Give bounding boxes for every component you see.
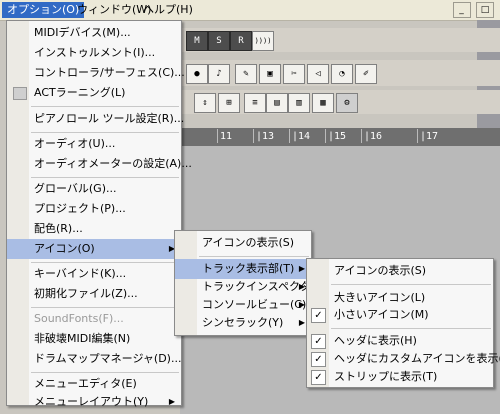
- menu-separator: [31, 177, 179, 178]
- menu-item-show-in-strip[interactable]: ✓ ストリップに表示(T): [307, 367, 493, 387]
- ruler-tick: |13: [252, 129, 275, 143]
- check-icon: ✓: [311, 308, 326, 323]
- menu-item-label: ACTラーニング(L): [34, 86, 126, 99]
- menu-item-colors[interactable]: 配色(R)...: [7, 219, 181, 239]
- menu-item-label: 小さいアイコン(M): [334, 308, 429, 321]
- edit-tool-icon[interactable]: ✐: [355, 64, 377, 84]
- scissors-tool-icon[interactable]: ✂: [283, 64, 305, 84]
- menu-item-label: ストリップに表示(T): [334, 370, 438, 383]
- submenu-arrow-icon: ▶: [298, 264, 305, 273]
- menu-separator: [31, 132, 179, 133]
- menu-separator: [199, 256, 309, 257]
- restore-button[interactable]: □: [476, 2, 494, 18]
- ruler-tick: |14: [288, 129, 311, 143]
- menu-item-show-icons[interactable]: アイコンの表示(S): [175, 233, 311, 253]
- transport-toolbar: M S R )))): [180, 28, 500, 52]
- menu-separator: [31, 262, 179, 263]
- menu-item-keybindings[interactable]: キーバインド(K)...: [7, 264, 181, 284]
- submenu-arrow-icon: ▶: [168, 397, 175, 406]
- menu-item-menu-layout[interactable]: メニューレイアウト(Y) ▶: [7, 392, 181, 412]
- menu-item-drum-map-manager[interactable]: ドラムマップマネージャ(D)...: [7, 349, 181, 369]
- ruler-tick: |15: [324, 129, 347, 143]
- bus-view-icon[interactable]: ▥: [288, 93, 310, 113]
- menu-item-show-in-header[interactable]: ✓ ヘッダに表示(H): [307, 331, 493, 351]
- grid-view-icon[interactable]: ⊞: [218, 93, 240, 113]
- input-echo-button[interactable]: )))): [252, 31, 274, 51]
- menu-item-small-icons[interactable]: ✓ 小さいアイコン(M): [307, 305, 493, 325]
- window-controls: _ □: [451, 2, 494, 18]
- check-icon: ✓: [311, 352, 326, 367]
- minimize-button[interactable]: _: [452, 2, 471, 18]
- record-arm-button[interactable]: R: [230, 31, 252, 51]
- menu-item-soundfonts: SoundFonts(F)...: [34, 312, 124, 325]
- menu-item-project[interactable]: プロジェクト(P)...: [7, 199, 181, 219]
- submenu-arrow-icon: ▶: [298, 282, 305, 291]
- menu-item-show-icons[interactable]: アイコンの表示(S): [307, 261, 493, 281]
- menu-item-nondestructive-midi[interactable]: 非破壊MIDI編集(N): [7, 329, 181, 349]
- act-learn-icon: [13, 87, 27, 100]
- draw-tool-icon[interactable]: ✎: [235, 64, 257, 84]
- menu-item-label: ヘッダに表示(H): [334, 334, 417, 347]
- check-icon: ✓: [311, 370, 326, 385]
- menu-item-synth-rack[interactable]: シンセラック(Y) ▶: [175, 313, 311, 333]
- menu-item-label: アイコン(O): [34, 242, 95, 255]
- ruler-tick: |16: [360, 129, 383, 143]
- mute-button[interactable]: M: [186, 31, 208, 51]
- menu-item-act-learning[interactable]: ACTラーニング(L): [7, 83, 181, 103]
- menu-item-label: ヘッダにカスタムアイコンを表示(C): [334, 352, 500, 365]
- list-view-icon[interactable]: ≡: [244, 93, 266, 113]
- icons-submenu: アイコンの表示(S) トラック表示部(T) ▶ トラックインスペクタ(I) ▶ …: [174, 230, 322, 336]
- check-icon: ✓: [311, 334, 326, 349]
- track-view-icon[interactable]: ▤: [266, 93, 288, 113]
- menu-item-menu-editor[interactable]: メニューエディタ(E): [7, 374, 181, 394]
- menu-item-controllers[interactable]: コントローラ/サーフェス(C)...: [7, 63, 185, 83]
- ruler-tick: |17: [416, 129, 439, 143]
- menu-item-track-inspector[interactable]: トラックインスペクタ(I) ▶: [175, 277, 322, 297]
- menu-separator: [31, 106, 179, 107]
- tools-toolbar: ● ♪ ✎ ▣ ✂ ◁ ◔ ✐: [180, 60, 500, 86]
- mute-tool-icon[interactable]: ◁: [307, 64, 329, 84]
- view-toolbar: ⇕ ⊞ ≡ ▤ ▥ ▦ ⚙: [180, 90, 500, 114]
- menu-item-custom-icons-in-header[interactable]: ✓ ヘッダにカスタムアイコンを表示(C): [307, 349, 500, 369]
- panel-view-icon[interactable]: ▦: [312, 93, 334, 113]
- solo-button[interactable]: S: [208, 31, 230, 51]
- menu-item-instruments[interactable]: インストゥルメント(I)...: [7, 43, 181, 63]
- menu-item-audio[interactable]: オーディオ(U)...: [7, 134, 181, 154]
- menu-help[interactable]: ヘルプ(H): [138, 2, 198, 18]
- menu-separator: [331, 284, 491, 285]
- pattern-tool-icon[interactable]: ▣: [259, 64, 281, 84]
- smart-tool-icon[interactable]: ●: [186, 64, 208, 84]
- zoom-fit-icon[interactable]: ⇕: [194, 93, 216, 113]
- menu-separator: [331, 328, 491, 329]
- menu-item-label: トラック表示部(T): [202, 262, 295, 275]
- menu-item-midi-devices[interactable]: MIDIデバイス(M)...: [7, 23, 181, 43]
- menu-item-console-view[interactable]: コンソールビュー(C) ▶: [175, 295, 311, 315]
- menu-separator: [31, 307, 179, 308]
- timer-tool-icon[interactable]: ◔: [331, 64, 353, 84]
- menu-item-global[interactable]: グローバル(G)...: [7, 179, 181, 199]
- options-menu: MIDIデバイス(M)... インストゥルメント(I)... コントローラ/サー…: [6, 20, 192, 408]
- submenu-arrow-icon: ▶: [298, 300, 305, 309]
- submenu-arrow-icon: ▶: [298, 318, 305, 327]
- menu-item-track-view[interactable]: トラック表示部(T) ▶: [175, 259, 311, 279]
- menu-separator: [31, 372, 179, 373]
- settings-icon[interactable]: ⚙: [336, 93, 358, 113]
- menu-item-icons[interactable]: アイコン(O) ▶: [7, 239, 181, 259]
- menu-item-label: コンソールビュー(C): [202, 298, 307, 311]
- note-tool-icon[interactable]: ♪: [208, 64, 230, 84]
- menu-bar: オプション(O) ウィンドウ(W) ヘルプ(H) _ □: [0, 0, 500, 21]
- menu-item-label: メニューレイアウト(Y): [34, 395, 149, 408]
- menu-item-audio-meter[interactable]: オーディオメーターの設定(A)...: [7, 154, 192, 174]
- track-view-submenu: アイコンの表示(S) 大きいアイコン(L) ✓ 小さいアイコン(M) ✓ ヘッダ…: [306, 258, 500, 388]
- ruler-tick: 11: [216, 129, 233, 143]
- menu-item-label: シンセラック(Y): [202, 316, 284, 329]
- menu-item-pianoroll-tools[interactable]: ピアノロール ツール設定(R)...: [7, 109, 184, 129]
- timeline-ruler[interactable]: 11 |13 |14 |15 |16 |17: [180, 128, 500, 146]
- menu-item-init-files[interactable]: 初期化ファイル(Z)...: [7, 284, 181, 304]
